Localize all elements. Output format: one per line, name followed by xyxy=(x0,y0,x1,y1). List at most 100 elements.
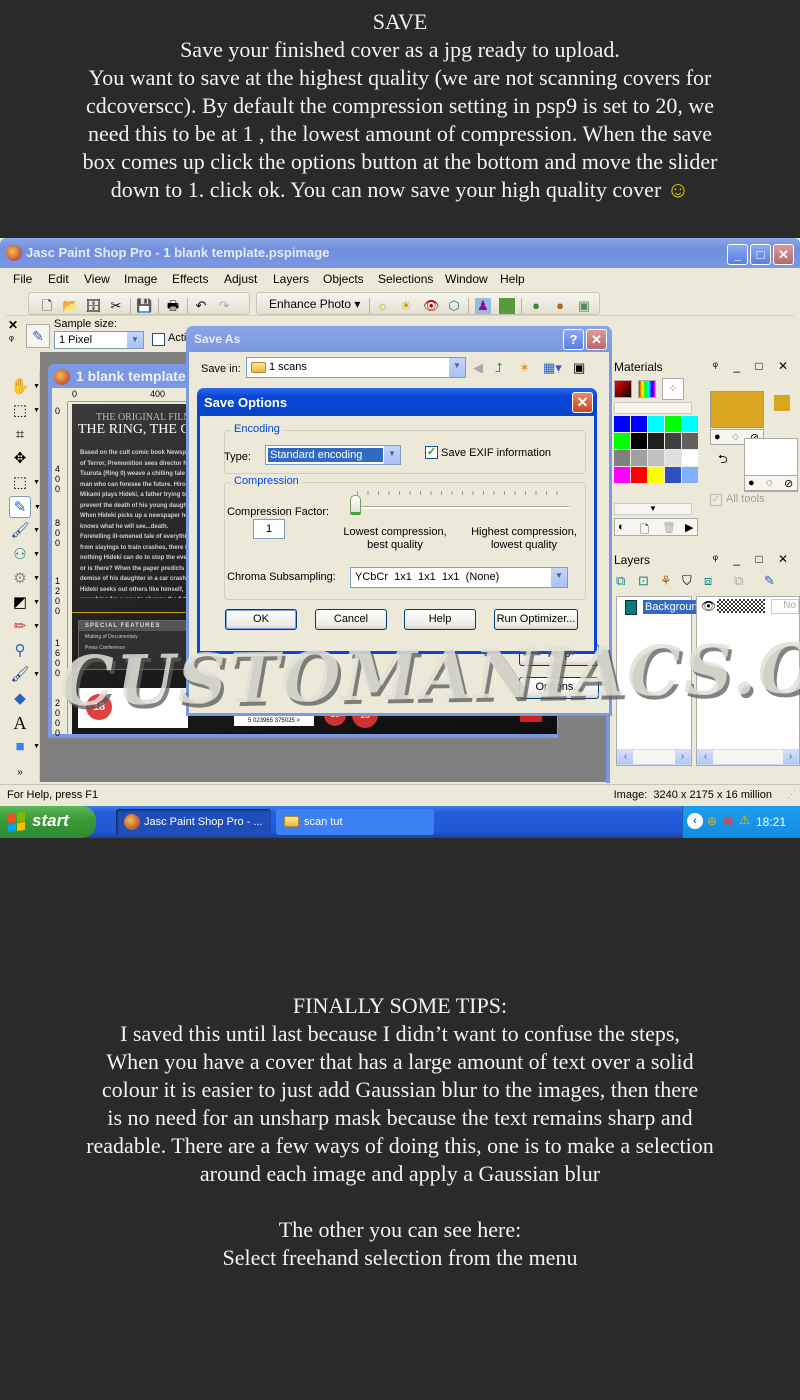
color-swatch[interactable] xyxy=(648,450,664,466)
layer-list-scrollbar[interactable]: ‹ › xyxy=(617,749,691,765)
skin-smoothing-icon[interactable]: ● xyxy=(552,298,568,314)
dodge-brush-icon[interactable]: ⚙ ▼ xyxy=(9,568,40,590)
visibility-eye-icon[interactable]: 👁 xyxy=(701,599,716,613)
compression-factor-input[interactable]: 1 xyxy=(253,519,285,539)
up-folder-icon[interactable]: ⮥ xyxy=(495,360,503,376)
taskbar-item-psp[interactable]: Jasc Paint Shop Pro - ... xyxy=(116,809,271,835)
color-swatch[interactable] xyxy=(614,450,630,466)
rainbow-tab-icon[interactable] xyxy=(638,380,656,398)
close-button[interactable]: ✕ xyxy=(773,244,794,265)
save-in-select[interactable]: 1 scans ▼ xyxy=(246,357,466,378)
layer-item-background[interactable]: Background xyxy=(621,599,706,617)
color-style-icon[interactable]: ● xyxy=(714,431,721,443)
palette-controls[interactable]: ᵠ _ □ ✕ xyxy=(713,359,794,373)
color-swatch[interactable] xyxy=(648,433,664,449)
photo-frame-icon[interactable]: ▣ xyxy=(576,298,592,314)
brightness-fix-icon[interactable]: ☼ xyxy=(375,298,391,314)
menu-view[interactable]: View xyxy=(84,272,110,286)
swatch-options-icon[interactable]: ◐ xyxy=(618,521,625,533)
menu-help[interactable]: Help xyxy=(500,272,525,286)
color-swatch[interactable] xyxy=(614,467,630,483)
more-tools-icon[interactable]: » xyxy=(9,762,31,784)
color-swatch[interactable] xyxy=(665,416,681,432)
options-button[interactable]: Options... xyxy=(519,677,599,699)
view-menu-icon[interactable]: ▦▾ xyxy=(543,360,562,376)
contrast-fix-icon[interactable]: ☀ xyxy=(398,298,414,314)
taskbar-item-scan-tut[interactable]: scan tut xyxy=(276,809,434,835)
help-button[interactable]: Help xyxy=(404,609,476,630)
selection-tool-icon[interactable]: ⬚ ▼ xyxy=(9,472,40,494)
color-swatch[interactable] xyxy=(631,467,647,483)
menu-layers[interactable]: Layers xyxy=(273,272,309,286)
lighten-darken-icon[interactable]: ◩ ▼ xyxy=(9,592,40,614)
opacity-bar[interactable] xyxy=(717,599,765,613)
text-tool-icon[interactable]: A xyxy=(9,712,31,734)
ok-button[interactable]: OK xyxy=(225,609,297,630)
menu-window[interactable]: Window xyxy=(445,272,488,286)
foreground-color-swatch[interactable] xyxy=(710,391,764,428)
chevron-down-icon[interactable]: ▼ xyxy=(550,568,567,587)
palette-controls[interactable]: ᵠ _ □ ✕ xyxy=(713,552,794,566)
foreground-small-swatch[interactable] xyxy=(774,395,790,411)
scroll-left-icon[interactable]: ‹ xyxy=(698,750,713,764)
undo-icon[interactable]: ↶ xyxy=(193,298,209,314)
menu-file[interactable]: File xyxy=(13,272,32,286)
menu-effects[interactable]: Effects xyxy=(172,272,208,286)
close-palette-icon[interactable]: ✕ xyxy=(8,318,18,332)
pen-tool-icon[interactable]: ◆ xyxy=(9,688,31,710)
color-swatch[interactable] xyxy=(631,416,647,432)
zoom-tool-icon[interactable]: ⬚ ▼ xyxy=(9,400,40,422)
color-swatch[interactable] xyxy=(665,433,681,449)
layer-props-scrollbar[interactable]: ‹ › xyxy=(697,749,799,765)
edit-layer-icon[interactable]: ✎ xyxy=(764,573,775,589)
show-hidden-icons-button[interactable]: ‹ xyxy=(687,813,703,829)
color-swatch[interactable] xyxy=(682,450,698,466)
menu-selections[interactable]: Selections xyxy=(378,272,433,286)
chroma-subsampling-select[interactable]: YCbCr 1x1 1x1 1x1 (None) ▼ xyxy=(350,567,568,588)
frame-tab-icon[interactable] xyxy=(614,380,632,398)
save-exif-checkbox[interactable]: ✓ xyxy=(425,446,438,459)
save-options-close-button[interactable]: ✕ xyxy=(572,392,593,413)
swatch-scroll-up[interactable] xyxy=(614,402,692,414)
move-tool-icon[interactable]: ✥ xyxy=(9,448,31,470)
run-optimizer-button[interactable]: Run Optimizer... xyxy=(494,609,578,630)
new-mask-layer-icon[interactable]: ⛉ xyxy=(682,573,692,589)
color-swatch[interactable] xyxy=(665,450,681,466)
scroll-left-icon[interactable]: ‹ xyxy=(618,750,633,764)
sample-size-select[interactable]: 1 Pixel ▼ xyxy=(54,331,144,349)
maximize-button[interactable]: □ xyxy=(750,244,771,265)
swap-colors-icon[interactable]: ⮌ xyxy=(718,450,728,471)
new-swatch-icon[interactable]: 🗋 xyxy=(640,521,649,540)
warning-icon[interactable]: ⚠ xyxy=(739,813,750,827)
picture-tube-icon[interactable]: ⚲ xyxy=(9,640,31,662)
chevron-down-icon[interactable]: ▼ xyxy=(383,446,400,464)
encoding-type-select[interactable]: Standard encoding ▼ xyxy=(265,445,401,465)
menu-edit[interactable]: Edit xyxy=(48,272,69,286)
compression-slider-thumb[interactable] xyxy=(350,495,361,515)
pan-tool-icon[interactable]: ✋ ▼ xyxy=(9,376,40,398)
clarify-icon[interactable]: ⬡ xyxy=(446,298,462,314)
eraser-icon[interactable]: ✏ ▼ xyxy=(9,616,40,638)
menu-objects[interactable]: Objects xyxy=(323,272,364,286)
help-question-button[interactable]: ? xyxy=(563,329,584,350)
color-swatch[interactable] xyxy=(631,433,647,449)
browse-icon[interactable]: 🗄 xyxy=(85,298,102,314)
tray-app-icon[interactable]: ▦ xyxy=(723,814,733,827)
all-tools-checkbox[interactable]: ✓ xyxy=(710,494,722,506)
chevron-down-icon[interactable]: ▼ xyxy=(448,358,465,377)
print-icon[interactable]: 🖶 xyxy=(165,298,181,314)
scroll-right-icon[interactable]: › xyxy=(783,750,798,764)
color-swatch[interactable] xyxy=(631,450,647,466)
blend-mode-select[interactable]: No xyxy=(771,599,799,614)
color-swatch[interactable] xyxy=(682,416,698,432)
color-style-icon[interactable]: ● xyxy=(748,477,755,489)
gradient-style-icon[interactable]: ◌ xyxy=(732,431,739,443)
enhance-photo-button[interactable]: Enhance Photo ▾ xyxy=(269,297,360,311)
swatches-tab-icon[interactable]: ⁘ xyxy=(662,378,684,400)
chevron-down-icon[interactable]: ▼ xyxy=(126,332,143,348)
new-vector-layer-icon[interactable]: ⊡ xyxy=(638,573,649,589)
clone-brush-icon[interactable]: ⚇ ▼ xyxy=(9,544,40,566)
paint-brush-icon[interactable]: 🖌 ▼ xyxy=(9,520,39,542)
color-swatch[interactable] xyxy=(648,467,664,483)
back-icon[interactable]: ◀ xyxy=(473,360,483,376)
